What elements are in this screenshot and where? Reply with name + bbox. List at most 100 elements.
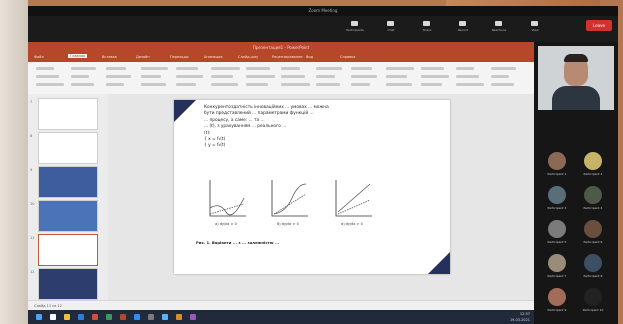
ribbon-tab[interactable]: Вставка xyxy=(102,55,117,59)
ribbon-control[interactable] xyxy=(211,75,233,78)
ribbon-control[interactable] xyxy=(141,67,168,70)
ribbon-control[interactable] xyxy=(71,83,94,86)
ribbon-control[interactable] xyxy=(141,75,161,78)
participant-avatar[interactable] xyxy=(548,288,566,306)
thumbnail-number: 12 xyxy=(30,270,35,274)
taskbar-app-icon[interactable] xyxy=(148,314,154,320)
slide-thumbnail[interactable] xyxy=(38,98,98,130)
participant-avatar[interactable] xyxy=(548,186,566,204)
ribbon-control[interactable] xyxy=(246,75,275,78)
ribbon-control[interactable] xyxy=(141,83,166,86)
ribbon-tab[interactable]: Главная xyxy=(68,54,88,58)
ribbon-tab[interactable]: Анимация xyxy=(204,55,223,59)
toolbar-label[interactable]: View xyxy=(526,28,544,32)
chat-icon[interactable] xyxy=(387,21,394,26)
participants-icon[interactable] xyxy=(351,21,358,26)
taskbar-app-icon[interactable] xyxy=(92,314,98,320)
view-icon[interactable] xyxy=(531,21,538,26)
taskbar-clock[interactable]: 12:37 19.03.2021 xyxy=(510,311,530,323)
ribbon-control[interactable] xyxy=(106,83,124,86)
ribbon-control[interactable] xyxy=(71,75,89,78)
ribbon-control[interactable] xyxy=(491,67,516,70)
zoom-titlebar: Zoom Meeting xyxy=(28,6,618,16)
slide-thumbnail[interactable] xyxy=(38,166,98,198)
ribbon-control[interactable] xyxy=(36,75,59,78)
participant-avatar[interactable] xyxy=(584,254,602,272)
current-slide[interactable]: Конкурентоздатність інноваційних ... умо… xyxy=(174,100,450,274)
toolbar-label[interactable]: Share xyxy=(418,28,436,32)
participant-avatar[interactable] xyxy=(584,288,602,306)
ribbon-control[interactable] xyxy=(36,83,64,86)
ribbon-control[interactable] xyxy=(211,67,240,70)
ribbon-control[interactable] xyxy=(106,75,131,78)
ribbon-control[interactable] xyxy=(351,67,372,70)
ribbon-tab[interactable]: Файл xyxy=(34,55,44,59)
ribbon-control[interactable] xyxy=(36,67,54,70)
ribbon-control[interactable] xyxy=(421,75,449,78)
participant-avatar[interactable] xyxy=(584,186,602,204)
ribbon-control[interactable] xyxy=(281,67,300,70)
ribbon-control[interactable] xyxy=(316,83,340,86)
taskbar-app-icon[interactable] xyxy=(162,314,168,320)
ribbon-control[interactable] xyxy=(246,83,268,86)
ribbon-control[interactable] xyxy=(176,83,196,86)
ribbon-control[interactable] xyxy=(421,83,442,86)
taskbar-app-icon[interactable] xyxy=(134,314,140,320)
ribbon-control[interactable] xyxy=(456,83,484,86)
toolbar-label[interactable]: Participants xyxy=(346,28,364,32)
ribbon-control[interactable] xyxy=(491,75,509,78)
slide-thumbnail[interactable] xyxy=(38,268,98,300)
slide-text-line: { y = f₂(t) xyxy=(204,143,226,149)
ribbon-control[interactable] xyxy=(211,83,238,86)
taskbar-app-icon[interactable] xyxy=(64,314,70,320)
participant-avatar[interactable] xyxy=(548,254,566,272)
ribbon-control[interactable] xyxy=(421,67,444,70)
ribbon-tab[interactable]: Справка xyxy=(340,55,355,59)
ribbon-control[interactable] xyxy=(71,67,96,70)
taskbar-app-icon[interactable] xyxy=(190,314,196,320)
speaker-hair xyxy=(564,54,588,62)
ribbon-tab[interactable]: Вид xyxy=(306,55,313,59)
ribbon-control[interactable] xyxy=(386,83,412,86)
ribbon-tab[interactable]: Рецензирование xyxy=(272,55,303,59)
toolbar-label[interactable]: Record xyxy=(454,28,472,32)
taskbar-app-icon[interactable] xyxy=(176,314,182,320)
ribbon-control[interactable] xyxy=(281,75,305,78)
ribbon-control[interactable] xyxy=(106,67,126,70)
slide-thumbnail[interactable] xyxy=(38,234,98,266)
ribbon-control[interactable] xyxy=(491,83,514,86)
taskbar-app-icon[interactable] xyxy=(50,314,56,320)
toolbar-label[interactable]: Chat xyxy=(382,28,400,32)
ribbon-control[interactable] xyxy=(281,83,310,86)
ribbon-control[interactable] xyxy=(386,67,414,70)
ribbon-control[interactable] xyxy=(386,75,407,78)
ribbon-tab[interactable]: Дизайн xyxy=(136,55,150,59)
toolbar-label[interactable]: Reactions xyxy=(490,28,508,32)
ribbon-control[interactable] xyxy=(316,67,342,70)
participant-avatar[interactable] xyxy=(584,152,602,170)
ribbon-control[interactable] xyxy=(456,75,479,78)
record-icon[interactable] xyxy=(459,21,466,26)
participant-avatar[interactable] xyxy=(548,152,566,170)
start-icon[interactable] xyxy=(36,314,42,320)
share-screen-icon[interactable] xyxy=(423,21,430,26)
ribbon-control[interactable] xyxy=(316,75,335,78)
ribbon-control[interactable] xyxy=(176,67,198,70)
leave-button[interactable]: Leave xyxy=(586,20,612,31)
slide-thumbnail[interactable] xyxy=(38,200,98,232)
reactions-icon[interactable] xyxy=(495,21,502,26)
slide-thumbnail[interactable] xyxy=(38,132,98,164)
ribbon-control[interactable] xyxy=(351,83,370,86)
ribbon-tab[interactable]: Слайд-шоу xyxy=(238,55,258,59)
ribbon-control[interactable] xyxy=(246,67,270,70)
active-speaker-video[interactable] xyxy=(538,46,614,110)
taskbar-app-icon[interactable] xyxy=(120,314,126,320)
participant-avatar[interactable] xyxy=(548,220,566,238)
ribbon-control[interactable] xyxy=(456,67,474,70)
ribbon-tab[interactable]: Переходы xyxy=(170,55,189,59)
taskbar-app-icon[interactable] xyxy=(106,314,112,320)
taskbar-app-icon[interactable] xyxy=(78,314,84,320)
participant-avatar[interactable] xyxy=(584,220,602,238)
ribbon-control[interactable] xyxy=(351,75,377,78)
ribbon-control[interactable] xyxy=(176,75,203,78)
